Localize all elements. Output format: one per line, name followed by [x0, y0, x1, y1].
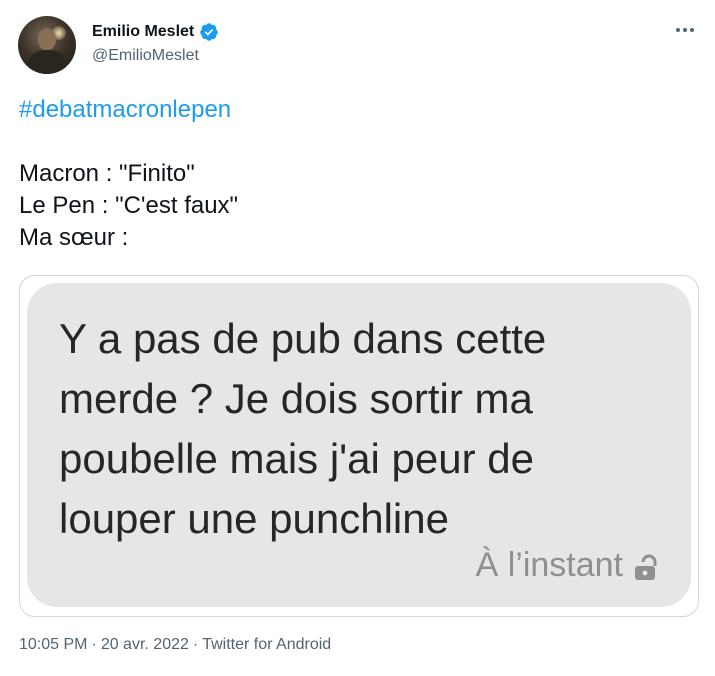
- unlocked-padlock-icon: [633, 552, 661, 580]
- tweet-card: Emilio Meslet @EmilioMeslet #debatmacron…: [0, 0, 715, 676]
- message-text: Y a pas de pub dans cette merde ? Je doi…: [59, 315, 547, 542]
- footer-separator: ·: [192, 636, 199, 653]
- tweet-media-image[interactable]: Y a pas de pub dans cette merde ? Je doi…: [19, 275, 699, 617]
- tweet-date[interactable]: 20 avr. 2022: [101, 636, 189, 654]
- tweet-text-line: Le Pen : "C'est faux": [19, 192, 239, 219]
- message-meta: À l’instant: [476, 546, 661, 585]
- avatar-head: [38, 28, 56, 50]
- author-handle[interactable]: @EmilioMeslet: [92, 47, 199, 65]
- more-horizontal-icon: [690, 28, 694, 32]
- avatar-body: [28, 50, 66, 74]
- author-name-row[interactable]: Emilio Meslet: [92, 22, 219, 42]
- tweet-footer: 10:05 PM · 20 avr. 2022 · Twitter for An…: [19, 636, 331, 654]
- avatar[interactable]: [18, 16, 76, 74]
- tweet-source[interactable]: Twitter for Android: [202, 636, 331, 654]
- tweet-text: #debatmacronlepen Macron : "Finito" Le P…: [19, 94, 238, 254]
- verified-badge-icon: [199, 22, 219, 42]
- hashtag-link[interactable]: #debatmacronlepen: [19, 94, 238, 126]
- author-display-name[interactable]: Emilio Meslet: [92, 23, 194, 41]
- tweet-time[interactable]: 10:05 PM: [19, 636, 87, 654]
- message-time: À l’instant: [475, 546, 623, 584]
- footer-separator: ·: [91, 636, 97, 653]
- tweet-text-line: Macron : "Finito": [19, 160, 195, 187]
- text-spacer: [19, 126, 238, 158]
- more-options-button[interactable]: [673, 18, 697, 42]
- more-horizontal-icon: [676, 28, 680, 32]
- tweet-text-line: Ma sœur :: [19, 224, 129, 251]
- more-horizontal-icon: [683, 28, 687, 32]
- message-bubble: Y a pas de pub dans cette merde ? Je doi…: [27, 283, 691, 607]
